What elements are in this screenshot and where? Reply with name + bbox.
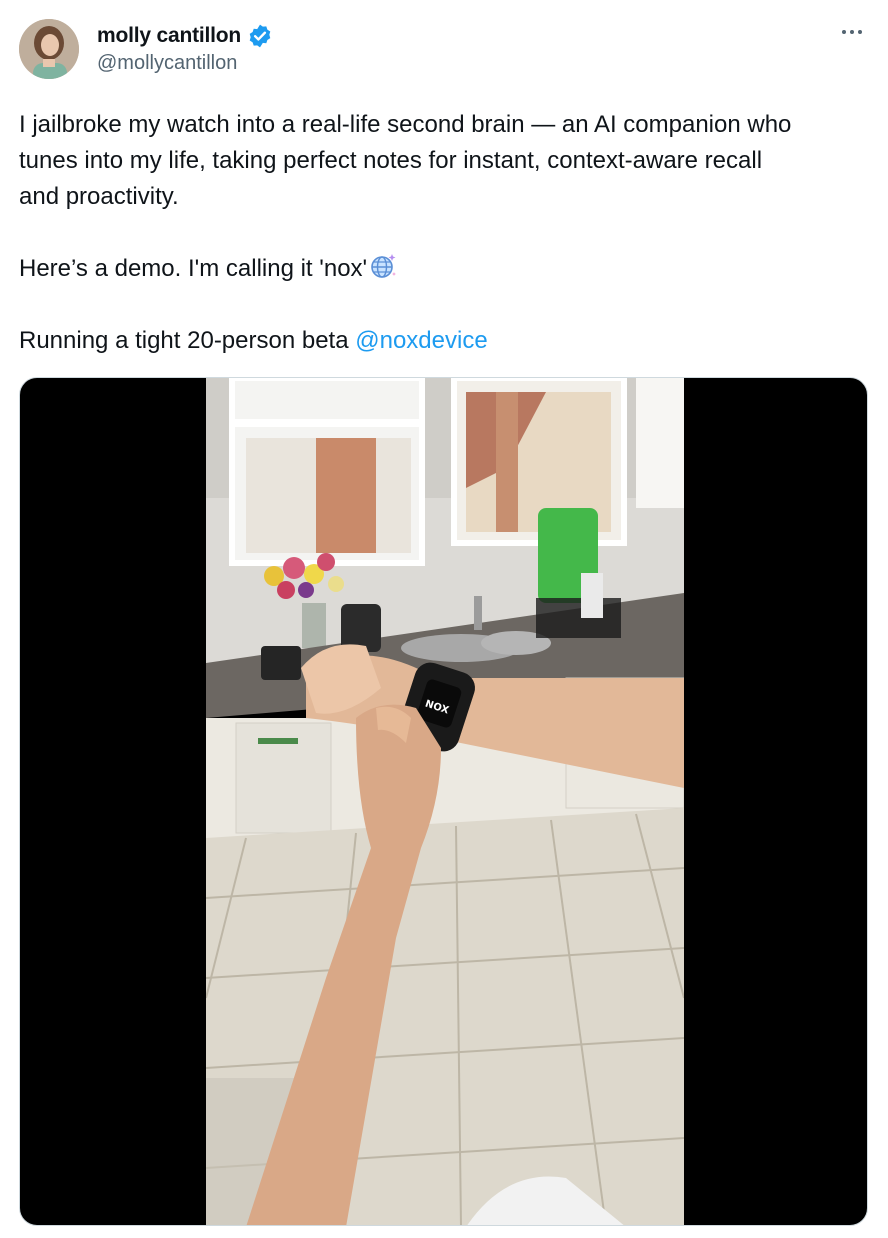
tweet-text-line: Here’s a demo. I'm calling it 'nox' — [19, 251, 397, 290]
globe-emoji-icon — [369, 252, 397, 290]
tweet-text-line: and proactivity. — [19, 183, 179, 210]
verified-badge-icon — [247, 23, 273, 49]
more-horizontal-icon[interactable] — [838, 20, 866, 44]
author-row: molly cantillon — [97, 22, 273, 50]
video-frame: NOX — [206, 378, 684, 1225]
author-handle[interactable]: @mollycantillon — [97, 52, 237, 75]
mention-link[interactable]: @noxdevice — [355, 327, 487, 354]
tweet-text-line: Running a tight 20-person beta @noxdevic… — [19, 323, 488, 358]
tweet-text-segment: Here’s a demo. I'm calling it 'nox' — [19, 255, 368, 282]
tweet-text-line: tunes into my life, taking perfect notes… — [19, 147, 763, 174]
author-display-name[interactable]: molly cantillon — [97, 24, 241, 48]
video-player[interactable]: NOX — [19, 377, 868, 1226]
tweet-text-segment: Running a tight 20-person beta — [19, 327, 356, 354]
avatar[interactable] — [19, 19, 79, 79]
tweet: molly cantillon @mollycantillon I jailbr… — [0, 0, 888, 1238]
tweet-text-line: I jailbroke my watch into a real-life se… — [19, 111, 792, 138]
